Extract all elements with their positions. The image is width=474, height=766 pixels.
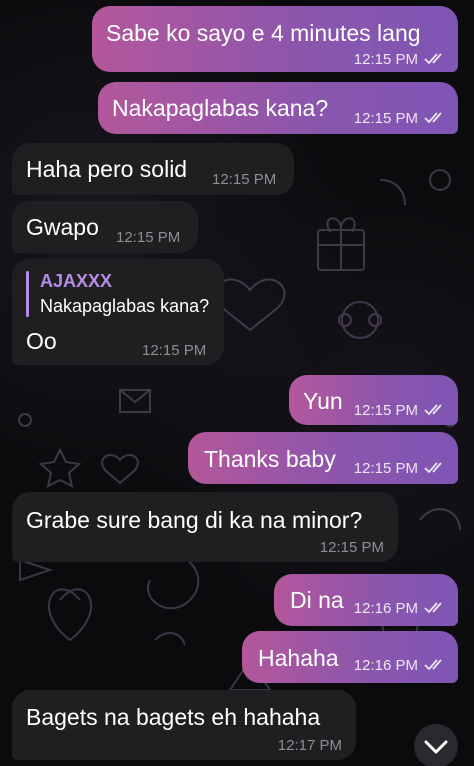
double-check-icon: [424, 53, 442, 65]
message-bubble-outgoing[interactable]: Hahaha 12:16 PM: [242, 631, 458, 683]
chat-screen: Sabe ko sayo e 4 minutes lang 12:15 PM N…: [0, 0, 474, 766]
message-text: Haha pero solid: [26, 156, 188, 182]
message-text: Bagets na bagets eh hahaha: [26, 704, 321, 730]
double-check-icon: [424, 112, 442, 124]
message-text: Nakapaglabas kana?: [112, 95, 329, 121]
message-text: Di na: [290, 587, 344, 613]
message-time: 12:16 PM: [353, 600, 418, 617]
message-bubble-incoming[interactable]: Haha pero solid 12:15 PM: [12, 143, 294, 195]
message-text: Oo: [26, 328, 57, 354]
message-bubble-incoming[interactable]: Grabe sure bang di ka na minor? 12:15 PM: [12, 492, 398, 562]
message-meta: 12:15 PM: [354, 461, 446, 477]
message-text: Sabe ko sayo e 4 minutes lang: [106, 20, 421, 46]
message-time: 12:15 PM: [142, 342, 207, 359]
double-check-icon: [424, 602, 442, 614]
message-time: 12:15 PM: [353, 402, 418, 419]
message-bubble-incoming[interactable]: Bagets na bagets eh hahaha 12:17 PM: [12, 690, 356, 760]
chevron-down-icon: [424, 740, 448, 754]
message-text: Gwapo: [26, 214, 99, 240]
message-meta: 12:16 PM: [354, 658, 446, 674]
reply-quote-bar: [26, 271, 29, 317]
double-check-icon: [424, 404, 442, 416]
message-time: 12:16 PM: [353, 657, 418, 674]
message-bubble-outgoing[interactable]: Sabe ko sayo e 4 minutes lang 12:15 PM: [92, 6, 458, 72]
message-bubble-incoming-reply[interactable]: AJAXXX Nakapaglabas kana? Oo 12:15 PM: [12, 259, 224, 365]
message-time: 12:15 PM: [116, 229, 181, 246]
message-time: 12:15 PM: [353, 51, 418, 68]
double-check-icon: [424, 462, 442, 474]
message-time: 12:17 PM: [277, 737, 342, 754]
message-bubble-outgoing[interactable]: Thanks baby 12:15 PM: [188, 432, 458, 484]
reply-author: AJAXXX: [40, 271, 113, 291]
message-bubble-incoming[interactable]: Gwapo 12:15 PM: [12, 201, 198, 253]
message-time: 12:15 PM: [319, 539, 384, 556]
message-bubble-outgoing[interactable]: Yun 12:15 PM: [289, 375, 458, 425]
scroll-to-bottom-button[interactable]: [414, 724, 458, 766]
message-text: Grabe sure bang di ka na minor?: [26, 507, 363, 533]
double-check-icon: [424, 659, 442, 671]
message-time: 12:15 PM: [353, 110, 418, 127]
message-text: Thanks baby: [204, 446, 336, 472]
message-meta: 12:15 PM: [354, 52, 446, 68]
message-text: Yun: [303, 388, 343, 414]
reply-text: Nakapaglabas kana?: [40, 296, 210, 316]
message-text: Hahaha: [258, 645, 339, 671]
message-bubble-outgoing[interactable]: Di na 12:16 PM: [274, 574, 458, 626]
message-meta: 12:15 PM: [354, 111, 446, 127]
message-time: 12:15 PM: [212, 171, 277, 188]
message-meta: 12:16 PM: [354, 601, 446, 617]
message-time: 12:15 PM: [353, 460, 418, 477]
message-bubble-outgoing[interactable]: Nakapaglabas kana? 12:15 PM: [98, 82, 458, 134]
message-meta: 12:15 PM: [354, 403, 446, 419]
